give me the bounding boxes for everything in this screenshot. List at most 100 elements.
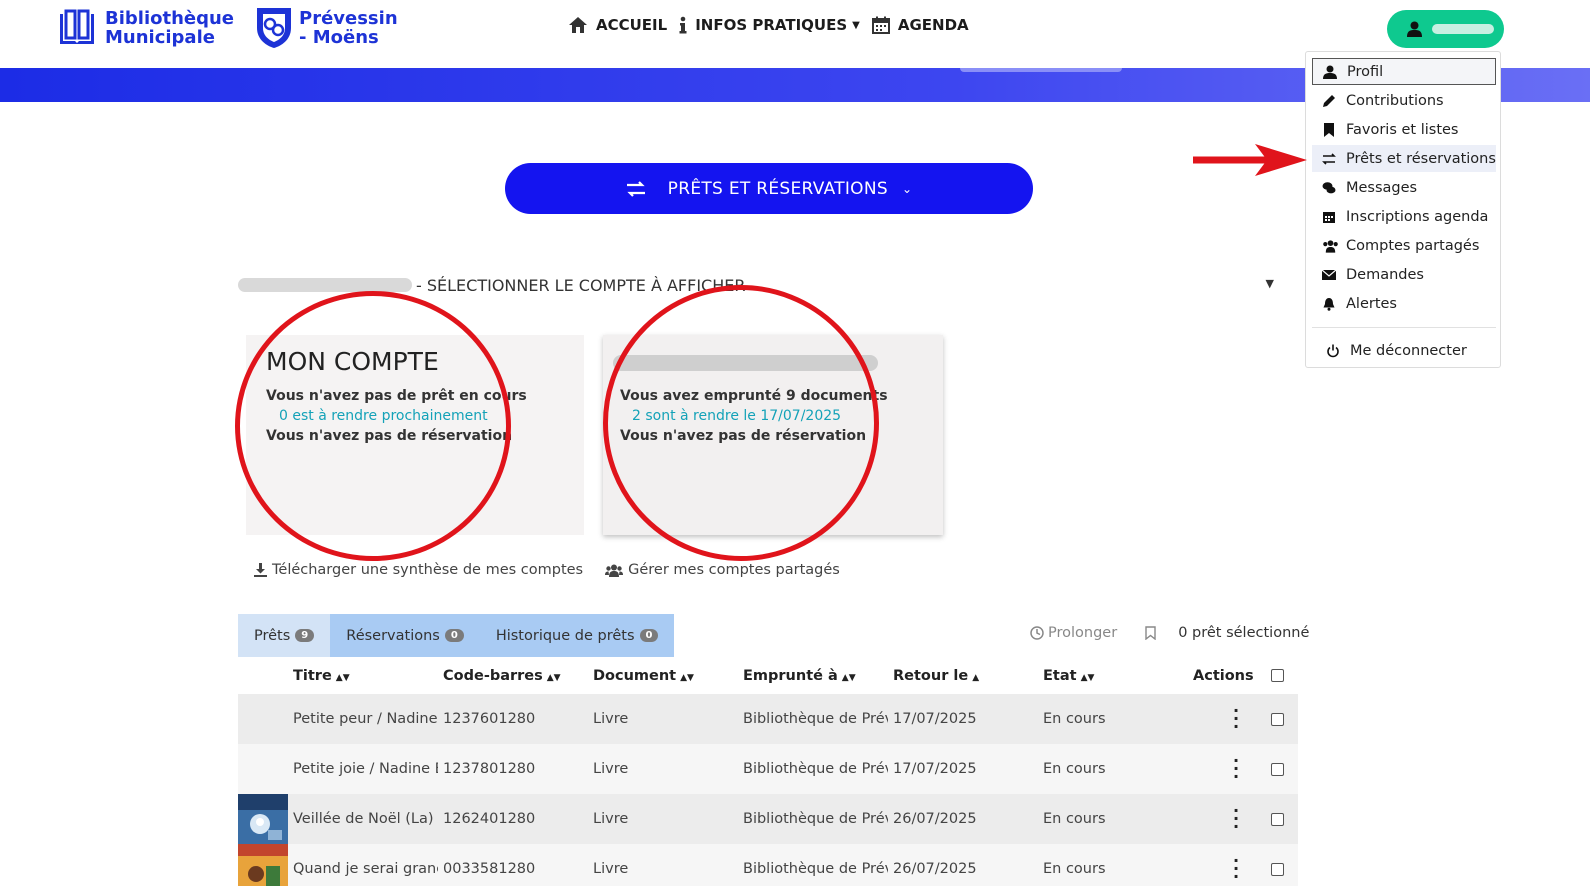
row-checkbox[interactable] — [1271, 712, 1287, 726]
col-header-titre[interactable]: Titre ▲▼ — [293, 668, 438, 684]
header-label: Titre — [293, 667, 332, 684]
sort-icon: ▲▼ — [335, 672, 350, 683]
menu-item-prets-reservations[interactable]: Prêts et réservations — [1312, 145, 1496, 172]
cell-document: Livre — [593, 811, 629, 827]
sort-icon: ▲▼ — [546, 672, 561, 683]
users-icon — [1323, 239, 1338, 253]
table-header: Titre ▲▼ Code-barres ▲▼ Document ▲▼ Emprunt… — [238, 657, 1298, 694]
count-badge: 0 — [444, 629, 464, 642]
book-cover-thumbnail[interactable] — [238, 794, 288, 844]
bookmark-icon[interactable] — [1145, 626, 1156, 640]
sort-icon: ▲▼ — [680, 672, 694, 683]
book-cover-thumbnail[interactable] — [238, 844, 288, 886]
tab-label: Historique de prêts — [495, 627, 635, 644]
home-icon — [569, 17, 587, 33]
cell-emprunte: Bibliothèque de Prév — [743, 861, 888, 877]
header-label: Retour le — [893, 667, 969, 684]
cell-code: 0033581280 — [443, 861, 536, 877]
calendar-icon — [871, 16, 890, 34]
caret-down-icon: ▼ — [1265, 277, 1274, 290]
row-actions-icon[interactable]: · · · — [1233, 757, 1239, 781]
prolonger-button[interactable]: Prolonger — [1030, 625, 1117, 641]
cell-document: Livre — [593, 761, 629, 777]
loans-tabs: Prêts 9 Réservations 0 Historique de prê… — [238, 614, 675, 657]
menu-item-messages[interactable]: Messages — [1312, 174, 1496, 201]
cell-emprunte: Bibliothèque de Prév — [743, 761, 888, 777]
cell-code: 1262401280 — [443, 811, 536, 827]
account-card-title: MON COMPTE — [266, 347, 439, 376]
download-icon — [254, 563, 267, 577]
nav-accueil[interactable]: ACCUEIL — [568, 16, 667, 34]
sort-asc-icon: ▲ — [972, 672, 980, 683]
account-card-due[interactable]: 0 est à rendre prochainement — [279, 408, 488, 424]
cell-titre[interactable]: Petite joie / Nadine B — [293, 761, 438, 777]
tab-label: Prêts — [254, 627, 291, 644]
col-header-document[interactable]: Document ▲▼ — [593, 668, 738, 684]
caret-down-icon: ▼ — [852, 19, 860, 31]
library-logo[interactable]: Bibliothèque Municipale — [57, 8, 234, 48]
account-selector-label: - SÉLECTIONNER LE COMPTE À AFFICHER — [416, 275, 746, 295]
account-selector[interactable]: - SÉLECTIONNER LE COMPTE À AFFICHER ▼ — [238, 273, 1288, 297]
col-header-etat[interactable]: Etat ▲▼ — [1043, 668, 1188, 684]
account-card-loans: Vous avez emprunté 9 documents — [620, 388, 888, 404]
loans-reservations-selector[interactable]: PRÊTS ET RÉSERVATIONS ⌄ — [505, 163, 1033, 214]
banner-tab — [960, 68, 1122, 72]
table-row: Petite peur / Nadine 1237601280 Livre Bi… — [238, 694, 1298, 744]
menu-item-profil[interactable]: Profil — [1312, 58, 1496, 85]
cell-titre[interactable]: Petite peur / Nadine — [293, 711, 438, 727]
cell-emprunte: Bibliothèque de Prév — [743, 711, 888, 727]
menu-item-label: Prêts et réservations — [1346, 150, 1496, 167]
menu-item-inscriptions-agenda[interactable]: Inscriptions agenda — [1312, 203, 1496, 230]
count-badge: 0 — [639, 629, 659, 642]
menu-item-label: Inscriptions agenda — [1346, 208, 1489, 225]
annotation-arrow-icon — [1193, 144, 1307, 176]
cell-titre[interactable]: Quand je serai granc — [293, 861, 438, 877]
user-menu-button[interactable] — [1387, 10, 1504, 48]
cell-etat: En cours — [1043, 811, 1106, 827]
col-header-retour[interactable]: Retour le ▲ — [893, 668, 1038, 684]
row-checkbox[interactable] — [1271, 762, 1287, 776]
menu-item-logout[interactable]: Me déconnecter — [1312, 337, 1496, 364]
row-actions-icon[interactable]: · · · — [1233, 857, 1239, 881]
tab-historique[interactable]: Historique de prêts 0 — [480, 614, 675, 657]
tab-prets[interactable]: Prêts 9 — [238, 614, 331, 657]
header-label: Code-barres — [443, 667, 543, 684]
header-label: Etat — [1043, 667, 1077, 684]
town-logo[interactable]: Prévessin - Moëns — [255, 6, 398, 50]
account-card-shared[interactable]: Vous avez emprunté 9 documents 2 sont à … — [603, 335, 943, 535]
menu-item-contributions[interactable]: Contributions — [1312, 87, 1496, 114]
menu-item-alertes[interactable]: Alertes — [1312, 290, 1496, 317]
tab-label: Réservations — [346, 627, 440, 644]
account-card-due[interactable]: 2 sont à rendre le 17/07/2025 — [632, 408, 841, 424]
user-name-redacted — [1432, 24, 1494, 34]
row-checkbox[interactable] — [1271, 862, 1287, 876]
manage-shared-accounts-label: Gérer mes comptes partagés — [628, 562, 840, 578]
row-actions-icon[interactable]: · · · — [1233, 807, 1239, 831]
nav-infos-pratiques[interactable]: INFOS PRATIQUES ▼ — [679, 16, 860, 34]
user-icon — [1323, 65, 1337, 79]
row-checkbox[interactable] — [1271, 812, 1287, 826]
menu-item-label: Alertes — [1346, 295, 1397, 312]
col-header-actions: Actions — [1193, 667, 1253, 684]
download-summary-link[interactable]: Télécharger une synthèse de mes comptes — [254, 562, 583, 578]
col-header-emprunte[interactable]: Emprunté à ▲▼ — [743, 668, 888, 684]
calendar-icon — [1323, 211, 1335, 223]
row-actions-icon[interactable]: · · · — [1233, 707, 1239, 731]
menu-item-demandes[interactable]: Demandes — [1312, 261, 1496, 288]
library-logo-line2: Municipale — [105, 27, 215, 48]
nav-label: INFOS PRATIQUES — [695, 16, 848, 34]
header-label: Document — [593, 667, 677, 684]
account-card-mine[interactable]: MON COMPTE Vous n'avez pas de prêt en co… — [246, 335, 584, 535]
menu-item-label: Contributions — [1346, 92, 1444, 109]
manage-shared-accounts-link[interactable]: Gérer mes comptes partagés — [605, 562, 840, 578]
select-all-checkbox[interactable] — [1271, 669, 1287, 682]
nav-agenda[interactable]: AGENDA — [871, 16, 969, 34]
cell-retour: 17/07/2025 — [893, 761, 977, 777]
menu-item-favoris[interactable]: Favoris et listes — [1312, 116, 1496, 143]
cell-etat: En cours — [1043, 761, 1106, 777]
cell-titre[interactable]: Veillée de Noël (La) / — [293, 811, 438, 827]
tab-reservations[interactable]: Réservations 0 — [330, 614, 480, 657]
user-dropdown-menu: Profil Contributions Favoris et listes P… — [1305, 51, 1501, 368]
menu-item-comptes-partages[interactable]: Comptes partagés — [1312, 232, 1496, 259]
col-header-code[interactable]: Code-barres ▲▼ — [443, 668, 588, 684]
